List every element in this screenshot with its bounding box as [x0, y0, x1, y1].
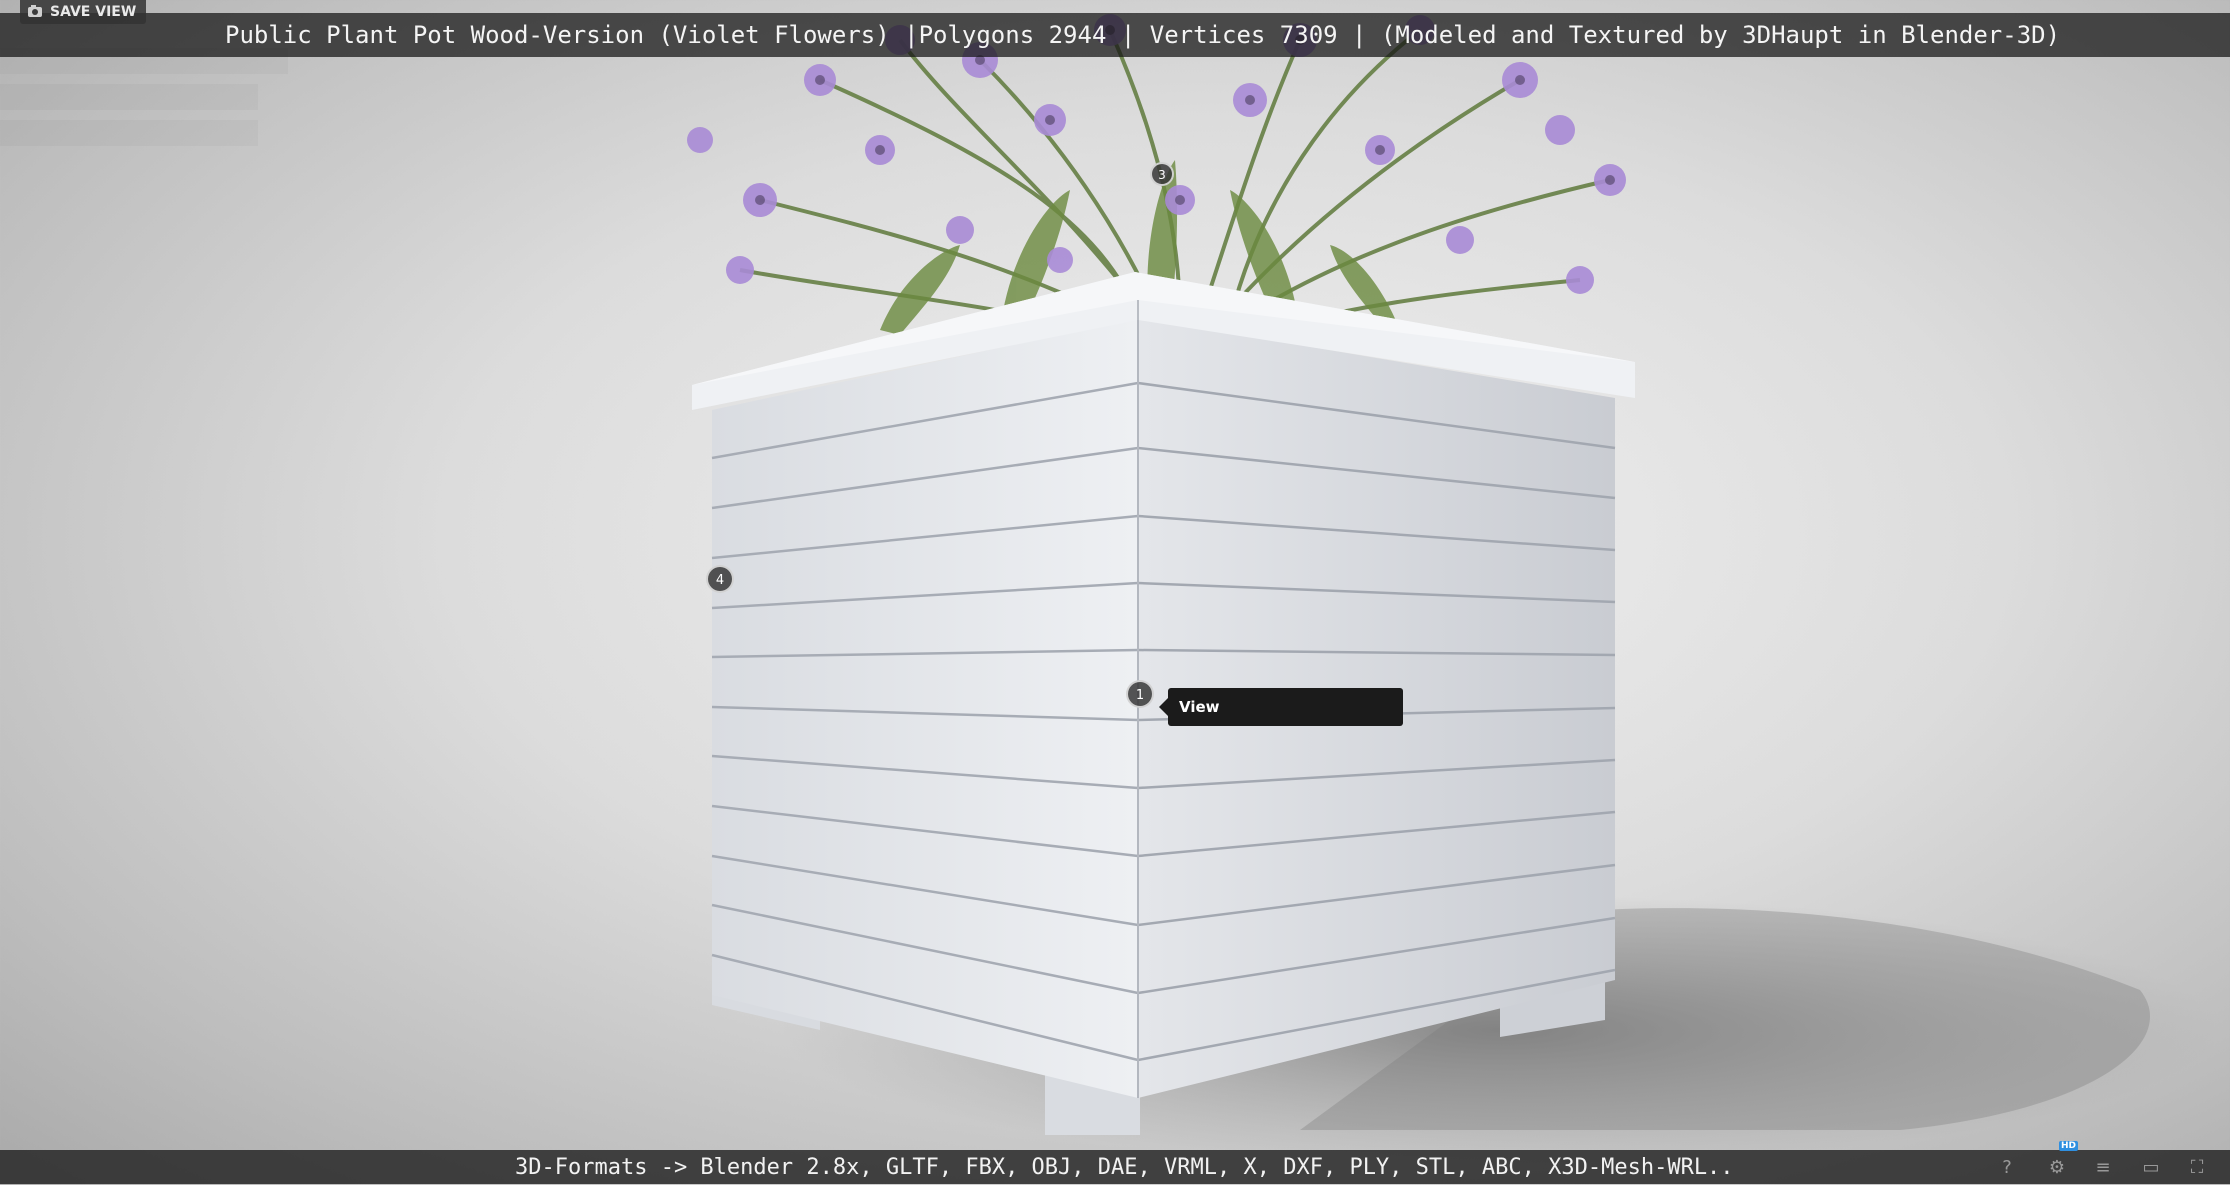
annotation-hotspot-1[interactable]: 1 — [1126, 680, 1154, 708]
annotation-hotspot-4[interactable]: 4 — [706, 565, 734, 593]
gear-icon[interactable]: ⚙ — [2040, 1150, 2074, 1184]
layers-icon[interactable]: ≡ — [2086, 1150, 2120, 1184]
annotation-hotspot-3[interactable]: 3 — [1150, 162, 1174, 186]
debug-overlay — [0, 120, 258, 146]
save-view-button[interactable]: SAVE VIEW — [20, 0, 147, 24]
fullscreen-icon[interactable]: ⛶ — [2180, 1150, 2214, 1184]
annotation-tooltip[interactable]: View — [1159, 688, 1403, 726]
camera-icon — [28, 5, 42, 17]
help-icon[interactable]: ? — [1990, 1150, 2024, 1184]
save-view-label: SAVE VIEW — [50, 4, 137, 20]
model-title: Public Plant Pot Wood-Version (Violet Fl… — [225, 21, 2061, 49]
vr-headset-icon[interactable]: ▭ — [2134, 1150, 2168, 1184]
formats-caption: 3D-Formats -> Blender 2.8x, GLTF, FBX, O… — [515, 1155, 1734, 1180]
debug-overlay — [0, 84, 258, 110]
hd-badge: HD — [2059, 1141, 2079, 1151]
planter-model — [687, 14, 2220, 1165]
3d-viewport[interactable]: Public Plant Pot Wood-Version (Violet Fl… — [0, 0, 2230, 1184]
